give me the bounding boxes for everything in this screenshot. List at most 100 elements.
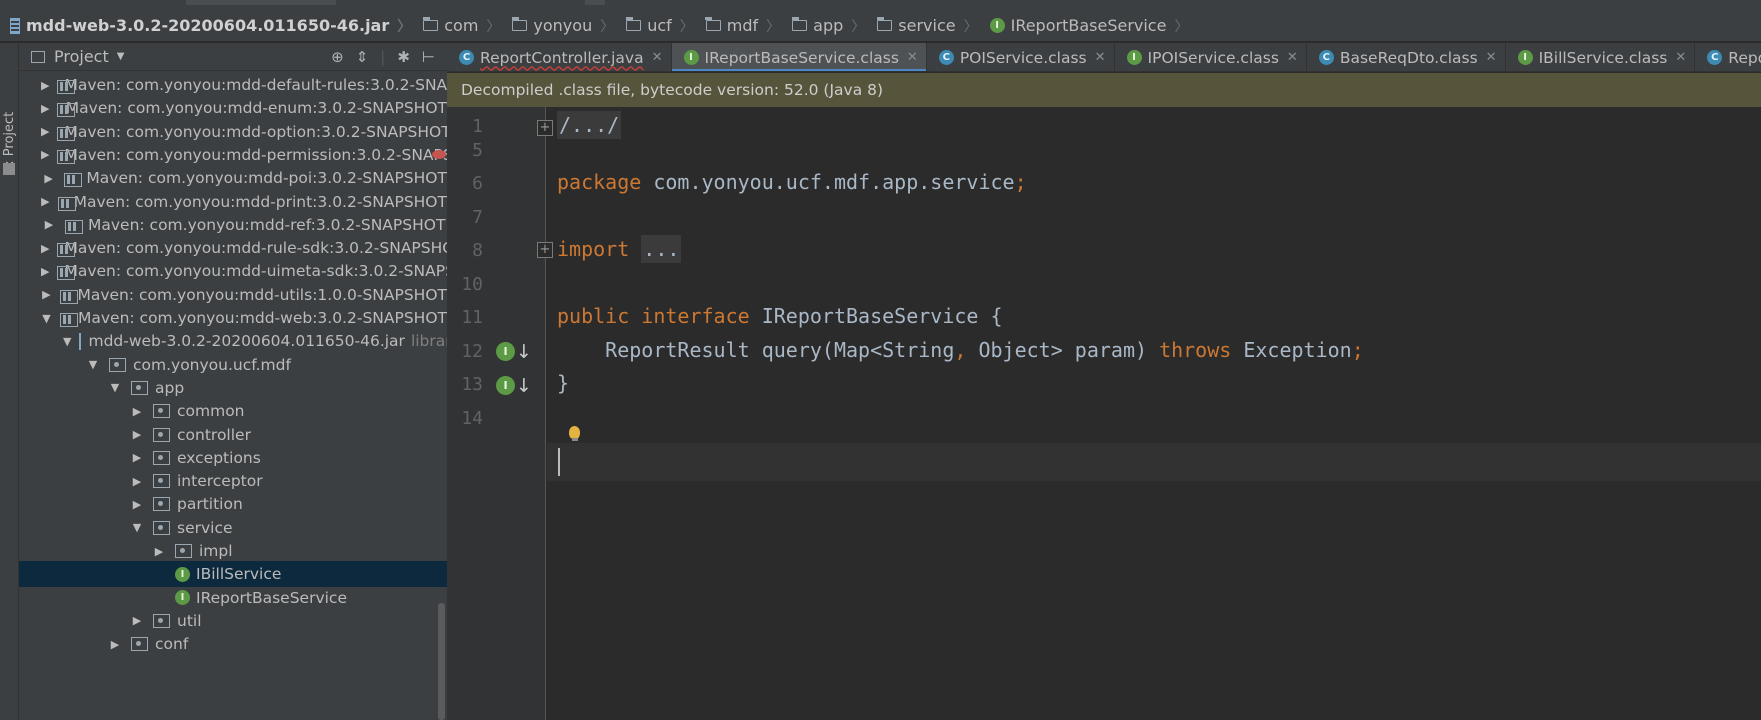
implemented-gutter-icon[interactable]: I ↓ bbox=[496, 374, 532, 400]
tree-item-label: service bbox=[177, 518, 233, 537]
breadcrumb: mdd-web-3.0.2-20200604.011650-46.jar 〉 c… bbox=[0, 10, 1761, 42]
expanded-arrow-icon[interactable]: ▼ bbox=[107, 381, 123, 394]
tree-item[interactable]: ▶ Maven: com.yonyou:mdd-permission:3.0.2-… bbox=[19, 142, 447, 168]
editor-tab[interactable]: I IPOIService.class ✕ bbox=[1115, 43, 1307, 71]
expanded-arrow-icon[interactable]: ▼ bbox=[129, 521, 145, 534]
tree-item[interactable]: ▼ service bbox=[19, 515, 447, 541]
breadcrumb-item-yonyou[interactable]: yonyou 〉 bbox=[506, 10, 620, 42]
collapsed-arrow-icon[interactable]: ▶ bbox=[41, 79, 49, 92]
tree-item[interactable]: ▶ Maven: com.yonyou:mdd-uimeta-sdk:3.0.2-… bbox=[19, 258, 447, 284]
collapsed-arrow-icon[interactable]: ▶ bbox=[41, 288, 52, 301]
tree-item[interactable]: ▶ Maven: com.yonyou:mdd-print:3.0.2-SNAPS… bbox=[19, 189, 447, 215]
dropdown-caret-icon[interactable]: ▼ bbox=[117, 51, 125, 62]
interface-icon: I bbox=[1517, 50, 1533, 65]
tree-item[interactable]: ▶ Maven: com.yonyou:mdd-rule-sdk:3.0.2-SN… bbox=[19, 235, 447, 261]
implemented-gutter-icon[interactable]: I ↓ bbox=[496, 340, 532, 366]
interface-icon: I bbox=[989, 18, 1005, 33]
editor-tab[interactable]: C POIService.class ✕ bbox=[927, 43, 1115, 71]
lightbulb-icon[interactable] bbox=[569, 426, 580, 441]
close-icon[interactable]: ✕ bbox=[1287, 50, 1298, 65]
tree-item[interactable]: ▶ common bbox=[19, 398, 447, 424]
tree-item[interactable]: ▶ util bbox=[19, 608, 447, 634]
collapsed-arrow-icon[interactable]: ▶ bbox=[129, 405, 145, 418]
close-icon[interactable]: ✕ bbox=[1675, 50, 1686, 65]
locate-icon[interactable]: ⊕ bbox=[331, 48, 344, 66]
package-icon bbox=[131, 637, 148, 652]
collapsed-arrow-icon[interactable]: ▶ bbox=[41, 242, 49, 255]
close-icon[interactable]: ✕ bbox=[1095, 50, 1106, 65]
close-icon[interactable]: ✕ bbox=[652, 50, 663, 65]
tree-item[interactable]: ▼ mdd-web-3.0.2-20200604.011650-46.jar lib… bbox=[19, 328, 447, 354]
tree-item[interactable]: ▶ Maven: com.yonyou:mdd-utils:1.0.0-SNAPS… bbox=[19, 282, 447, 308]
package-icon bbox=[153, 427, 170, 442]
expanded-arrow-icon[interactable]: ▼ bbox=[85, 358, 101, 371]
collapse-all-icon[interactable]: ⇕ bbox=[356, 48, 369, 66]
package-icon bbox=[109, 357, 126, 372]
tree-item[interactable]: ▶ controller bbox=[19, 422, 447, 448]
editor-tab[interactable]: C BaseReqDto.class ✕ bbox=[1307, 43, 1506, 71]
tree-item[interactable]: ▶ exceptions bbox=[19, 445, 447, 471]
collapsed-arrow-icon[interactable]: ▶ bbox=[129, 475, 145, 488]
breadcrumb-item-ireportbaseservice[interactable]: I IReportBaseService 〉 bbox=[984, 10, 1195, 42]
structure-tab-icon[interactable] bbox=[3, 163, 15, 175]
folded-imports[interactable]: ... bbox=[641, 235, 682, 263]
fold-expand-icon[interactable]: + bbox=[537, 242, 553, 258]
editor-tab[interactable]: C ReportApiCo bbox=[1695, 43, 1761, 71]
collapsed-arrow-icon[interactable]: ▶ bbox=[151, 545, 167, 558]
toolbar-remnant bbox=[585, 0, 605, 5]
expanded-arrow-icon[interactable]: ▼ bbox=[63, 335, 71, 348]
editor-tab-label: ReportApiCo bbox=[1728, 48, 1761, 67]
tree-item[interactable]: ▶ Maven: com.yonyou:mdd-default-rules:3.0… bbox=[19, 72, 447, 98]
breadcrumb-item-app[interactable]: app 〉 bbox=[786, 10, 871, 42]
tree-item[interactable]: ▶ Maven: com.yonyou:mdd-option:3.0.2-SNAP… bbox=[19, 119, 447, 145]
gear-icon[interactable]: ✱ bbox=[397, 48, 410, 66]
collapsed-arrow-icon[interactable]: ▶ bbox=[41, 125, 49, 138]
tree-item[interactable]: ▼ com.yonyou.ucf.mdf bbox=[19, 352, 447, 378]
collapsed-arrow-icon[interactable]: ▶ bbox=[41, 148, 49, 161]
collapsed-arrow-icon[interactable]: ▶ bbox=[129, 428, 145, 441]
expanded-arrow-icon[interactable]: ▼ bbox=[41, 312, 52, 325]
collapsed-arrow-icon[interactable]: ▶ bbox=[41, 172, 56, 185]
code-editor[interactable]: 1 5 6 7 8 10 11 12 13 14 I ↓ I ↓ + + /..… bbox=[447, 107, 1761, 720]
tree-item-label: interceptor bbox=[177, 472, 263, 491]
tree-item[interactable]: ▼ app bbox=[19, 375, 447, 401]
collapsed-arrow-icon[interactable]: ▶ bbox=[41, 195, 50, 208]
collapsed-arrow-icon[interactable]: ▶ bbox=[41, 102, 49, 115]
fold-expand-icon[interactable]: + bbox=[537, 120, 553, 136]
breadcrumb-item-mdf[interactable]: mdf 〉 bbox=[700, 10, 786, 42]
close-icon[interactable]: ✕ bbox=[1486, 50, 1497, 65]
tree-item[interactable]: ▶ partition bbox=[19, 491, 447, 517]
project-view-selector[interactable]: Project bbox=[54, 47, 109, 66]
tree-item[interactable]: ▶ conf bbox=[19, 631, 447, 657]
collapsed-arrow-icon[interactable]: ▶ bbox=[107, 638, 123, 651]
tree-item[interactable]: ▶ Maven: com.yonyou:mdd-poi:3.0.2-SNAPSHO… bbox=[19, 165, 447, 191]
editor-tab[interactable]: I IReportBaseService.class ✕ bbox=[671, 43, 927, 71]
tree-item[interactable]: ▶IIReportBaseService bbox=[19, 585, 447, 611]
package-icon bbox=[153, 497, 170, 512]
collapsed-arrow-icon[interactable]: ▶ bbox=[41, 265, 49, 278]
breadcrumb-item-ucf[interactable]: ucf 〉 bbox=[620, 10, 700, 42]
breadcrumb-item-jar[interactable]: mdd-web-3.0.2-20200604.011650-46.jar 〉 bbox=[4, 10, 417, 42]
project-scrollbar[interactable] bbox=[438, 603, 445, 720]
collapsed-arrow-icon[interactable]: ▶ bbox=[129, 451, 145, 464]
tree-item[interactable]: ▼ Maven: com.yonyou:mdd-web:3.0.2-SNAPSHO… bbox=[19, 305, 447, 331]
breadcrumb-item-service[interactable]: service 〉 bbox=[871, 10, 983, 42]
tree-item[interactable]: ▶IIBillService bbox=[19, 561, 447, 588]
tree-item[interactable]: ▶ impl bbox=[19, 538, 447, 564]
editor-tab-label: IBillService.class bbox=[1538, 48, 1668, 67]
tree-item-label: Maven: com.yonyou:mdd-default-rules:3.0.… bbox=[64, 76, 447, 94]
collapsed-arrow-icon[interactable]: ▶ bbox=[41, 218, 57, 231]
breadcrumb-item-com[interactable]: com 〉 bbox=[417, 10, 506, 42]
hide-panel-icon[interactable]: ⊢ bbox=[422, 48, 435, 66]
collapsed-arrow-icon[interactable]: ▶ bbox=[129, 498, 145, 511]
editor-tab[interactable]: I IBillService.class ✕ bbox=[1506, 43, 1696, 71]
folded-region[interactable]: /.../ bbox=[557, 111, 622, 139]
editor-tab[interactable]: C ReportController.java ✕ bbox=[447, 43, 672, 71]
tree-item[interactable]: ▶ interceptor bbox=[19, 468, 447, 494]
collapsed-arrow-icon[interactable]: ▶ bbox=[129, 614, 145, 627]
close-icon[interactable]: ✕ bbox=[907, 50, 918, 65]
interface-icon: I bbox=[683, 50, 699, 65]
interface-icon: I bbox=[496, 342, 515, 361]
tree-item[interactable]: ▶ Maven: com.yonyou:mdd-enum:3.0.2-SNAPSH… bbox=[19, 95, 447, 121]
tree-item[interactable]: ▶ Maven: com.yonyou:mdd-ref:3.0.2-SNAPSHO… bbox=[19, 212, 447, 238]
